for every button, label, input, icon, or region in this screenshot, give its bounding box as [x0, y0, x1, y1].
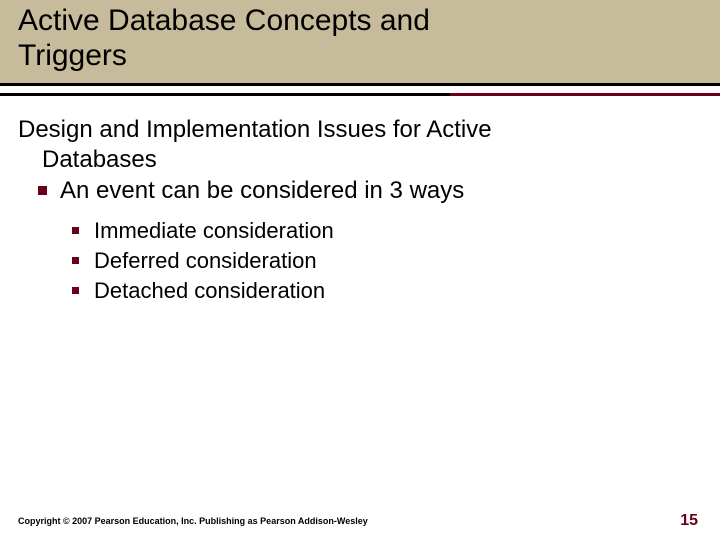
- section-heading-line1: Design and Implementation Issues for Act…: [18, 116, 492, 143]
- content-area: Design and Implementation Issues for Act…: [0, 97, 720, 305]
- list-item: An event can be considered in 3 ways: [36, 175, 690, 206]
- bullet-list-level1: An event can be considered in 3 ways: [18, 175, 690, 206]
- list-item: Deferred consideration: [70, 246, 690, 276]
- bullet-text: An event can be considered in 3 ways: [60, 177, 464, 204]
- section-heading-line2: Databases: [18, 145, 690, 175]
- bullet-text: Detached consideration: [94, 278, 325, 303]
- title-block: Active Database Concepts and Triggers: [0, 0, 720, 83]
- title-underline: [0, 83, 720, 97]
- section-heading: Design and Implementation Issues for Act…: [18, 115, 690, 175]
- bullet-list-level2: Immediate consideration Deferred conside…: [18, 216, 690, 305]
- page-number: 15: [680, 512, 698, 530]
- copyright-footer: Copyright © 2007 Pearson Education, Inc.…: [18, 516, 368, 526]
- title-line1: Active Database Concepts and: [18, 4, 430, 37]
- title-line2: Triggers: [18, 39, 127, 72]
- slide-title: Active Database Concepts and Triggers: [18, 4, 720, 73]
- bullet-text: Immediate consideration: [94, 218, 334, 243]
- list-item: Immediate consideration: [70, 216, 690, 246]
- list-item: Detached consideration: [70, 276, 690, 306]
- bullet-text: Deferred consideration: [94, 248, 317, 273]
